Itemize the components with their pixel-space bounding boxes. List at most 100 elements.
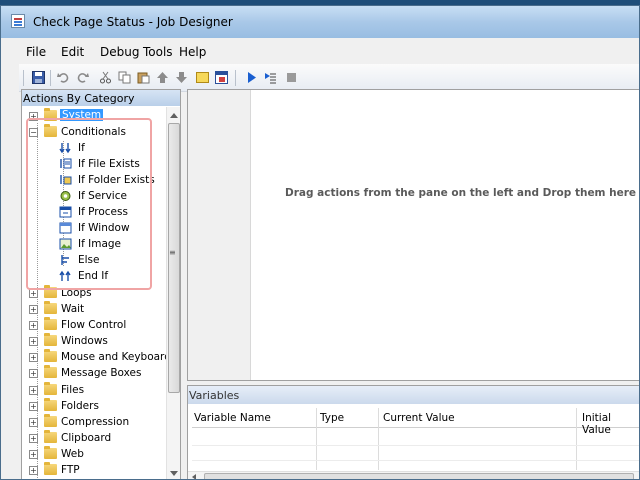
tree-item-wait[interactable]: + Wait [22, 301, 166, 317]
if-window-icon [59, 222, 72, 234]
column-current-value[interactable]: Current Value [383, 412, 455, 424]
expand-icon[interactable]: + [29, 289, 38, 298]
menu-help[interactable]: Help [179, 45, 206, 59]
tree-item-if-service[interactable]: If Service [22, 188, 166, 204]
save-icon[interactable] [32, 71, 45, 84]
tree-item-label: Message Boxes [61, 367, 142, 379]
if-folder-exists-icon [60, 175, 72, 185]
toolbar-grip [23, 70, 24, 86]
tree-item-label: FTP [61, 464, 80, 476]
expand-icon[interactable]: + [29, 450, 38, 459]
copy-icon[interactable] [118, 71, 131, 84]
tree-item-windows[interactable]: + Windows [22, 333, 166, 349]
tree-item-flow-control[interactable]: + Flow Control [22, 317, 166, 333]
tree-item-loops[interactable]: + Loops [22, 285, 166, 301]
splitter-grip[interactable]: ≡ [169, 249, 176, 257]
scroll-left-icon[interactable] [192, 474, 196, 479]
tree-item-label: End If [78, 270, 109, 282]
scroll-down-icon[interactable] [170, 471, 178, 476]
grid-row-line [192, 445, 639, 446]
drop-hint: Drag actions from the pane on the left a… [285, 187, 637, 199]
run-icon[interactable] [245, 71, 258, 84]
app-icon [11, 14, 25, 28]
undo-icon[interactable] [57, 71, 70, 84]
tree-item-if-folder-exists[interactable]: If Folder Exists [22, 172, 166, 188]
tree-item-label: Flow Control [61, 319, 127, 331]
actions-panel: Actions By Category + System − Condition… [21, 89, 181, 479]
designer-gutter [188, 90, 251, 380]
expand-icon[interactable]: + [29, 305, 38, 314]
tree-item-mouse-and-keyboard[interactable]: + Mouse and Keyboard [22, 349, 166, 365]
tree-item-end-if[interactable]: End If [22, 268, 166, 284]
menu-tools[interactable]: Tools [143, 45, 173, 59]
tree-item-folders[interactable]: + Folders [22, 398, 166, 414]
tree-item-compression[interactable]: + Compression [22, 414, 166, 430]
folder-icon [44, 317, 57, 330]
expand-icon[interactable]: + [29, 337, 38, 346]
tree-item-label: Compression [61, 416, 130, 428]
tree-item-files[interactable]: + Files [22, 382, 166, 398]
tree-item-label: If Process [78, 206, 128, 218]
variables-hscroll[interactable] [188, 471, 639, 479]
tree-item-else[interactable]: Else [22, 252, 166, 268]
note-icon[interactable] [196, 71, 209, 84]
cut-icon[interactable] [99, 71, 112, 84]
tree-item-label: Clipboard [61, 432, 112, 444]
expand-icon[interactable]: + [29, 369, 38, 378]
expand-icon[interactable]: + [29, 402, 38, 411]
expand-icon[interactable]: + [29, 112, 38, 121]
toolbar [19, 64, 639, 92]
actions-scrollbar[interactable] [166, 107, 180, 479]
scroll-up-icon[interactable] [170, 113, 178, 118]
column-type[interactable]: Type [320, 412, 344, 424]
tree-item-label: If Folder Exists [78, 174, 155, 186]
variables-icon[interactable] [215, 71, 228, 84]
expand-icon[interactable]: + [29, 386, 38, 395]
menu-edit[interactable]: Edit [61, 45, 84, 59]
tree-item-message-boxes[interactable]: + Message Boxes [22, 365, 166, 381]
collapse-icon[interactable]: − [29, 128, 38, 137]
end-if-icon [59, 270, 71, 281]
expand-icon[interactable]: + [29, 418, 38, 427]
folder-icon [44, 462, 57, 475]
scroll-thumb[interactable] [168, 123, 180, 393]
title-bar[interactable]: Check Page Status - Job Designer [1, 6, 639, 38]
tree-item-label: If Service [78, 190, 127, 202]
stop-icon[interactable] [285, 71, 298, 84]
redo-icon[interactable] [76, 71, 89, 84]
tree-item-web[interactable]: + Web [22, 446, 166, 462]
tree-item-if[interactable]: If [22, 140, 166, 156]
tree-item-conditionals[interactable]: − Conditionals [22, 124, 166, 140]
column-variable-name[interactable]: Variable Name [194, 412, 271, 424]
tree-item-label: Loops [61, 287, 92, 299]
step-icon[interactable] [264, 71, 277, 84]
designer-canvas[interactable]: Drag actions from the pane on the left a… [187, 89, 639, 381]
folder-icon [44, 349, 57, 362]
expand-icon[interactable]: + [29, 353, 38, 362]
variables-grid-header: Variable Name Type Current Value Initial… [192, 408, 639, 436]
expand-icon[interactable]: + [29, 466, 38, 475]
paste-icon[interactable] [137, 71, 150, 84]
tree-item-if-file-exists[interactable]: If File Exists [22, 156, 166, 172]
move-up-icon[interactable] [156, 71, 169, 84]
hscroll-thumb[interactable] [204, 473, 634, 479]
tree-item-clipboard[interactable]: + Clipboard [22, 430, 166, 446]
menu-file[interactable]: File [26, 45, 46, 59]
grid-row-line [192, 460, 639, 461]
tree-item-if-image[interactable]: If Image [22, 236, 166, 252]
move-down-icon[interactable] [175, 71, 188, 84]
tree-item-system[interactable]: + System [22, 108, 166, 124]
variables-panel: Variables Variable Name Type Current Val… [187, 385, 639, 479]
tree-item-label: Web [61, 448, 84, 460]
tree-item-if-process[interactable]: If Process [22, 204, 166, 220]
menu-debug[interactable]: Debug [100, 45, 139, 59]
tree-item-ftp[interactable]: + FTP [22, 462, 166, 478]
tree-item-if-window[interactable]: If Window [22, 220, 166, 236]
toolbar-separator [235, 70, 236, 86]
if-file-exists-icon [60, 158, 72, 169]
tree-item-label: Conditionals [61, 126, 126, 138]
column-initial-value[interactable]: Initial Value [582, 412, 639, 436]
expand-icon[interactable]: + [29, 434, 38, 443]
tree-item-label: If [78, 142, 85, 154]
expand-icon[interactable]: + [29, 321, 38, 330]
